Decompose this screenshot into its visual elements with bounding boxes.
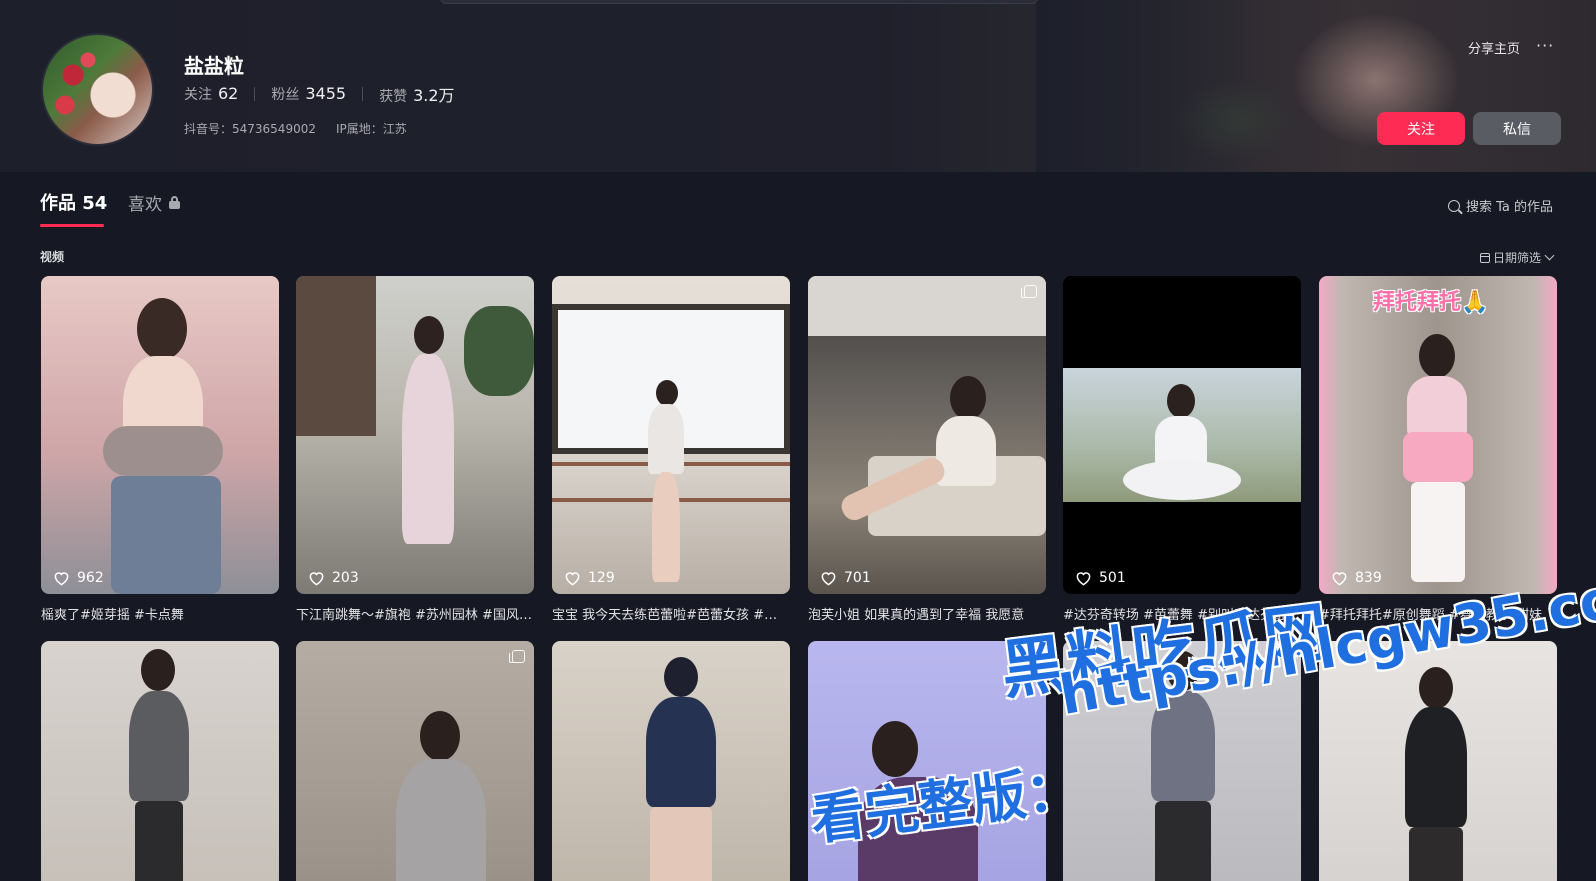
followers-label: 粉丝 bbox=[271, 87, 300, 103]
multi-image-icon bbox=[509, 650, 525, 663]
video-thumbnail[interactable]: 203 bbox=[296, 276, 534, 594]
heart-icon bbox=[1332, 571, 1347, 586]
video-title[interactable]: 榣爽了#姬芽摇 #卡点舞 bbox=[41, 604, 279, 623]
video-title[interactable]: 宝宝 我今天去练芭蕾啦#芭蕾女孩 #芭蕾 bbox=[552, 604, 790, 623]
like-count: 962 bbox=[53, 570, 104, 586]
video-title[interactable]: 下江南跳舞～#旗袍 #苏州园林 #国风舞蹈 bbox=[296, 604, 534, 623]
video-card[interactable] bbox=[1319, 641, 1557, 881]
like-count-value: 501 bbox=[1099, 570, 1126, 586]
search-works-label: 搜索 Ta 的作品 bbox=[1466, 200, 1554, 215]
likes-stat: 获赞 3.2万 bbox=[379, 82, 454, 106]
like-count-value: 962 bbox=[77, 570, 104, 586]
like-count-value: 129 bbox=[588, 570, 615, 586]
like-count: 129 bbox=[564, 570, 615, 586]
tab-works[interactable]: 作品 54 bbox=[40, 189, 107, 215]
video-thumbnail[interactable] bbox=[552, 641, 790, 881]
following-stat[interactable]: 关注 62 bbox=[184, 84, 238, 104]
like-count-value: 701 bbox=[844, 570, 871, 586]
search-works-button[interactable]: 搜索 Ta 的作品 bbox=[1448, 196, 1553, 215]
profile-stats: 关注 62 粉丝 3455 获赞 3.2万 bbox=[184, 83, 455, 105]
video-thumbnail[interactable]: 501 bbox=[1063, 276, 1301, 594]
likes-label: 获赞 bbox=[379, 89, 408, 105]
video-thumbnail[interactable]: 拜托拜托🙏 839 bbox=[1319, 276, 1557, 594]
video-thumbnail[interactable]: 701 bbox=[808, 276, 1046, 594]
avatar[interactable] bbox=[41, 33, 154, 146]
followers-count: 3455 bbox=[305, 84, 347, 103]
search-icon bbox=[1448, 199, 1460, 212]
section-label: 视频 bbox=[40, 250, 65, 264]
like-count-value: 839 bbox=[1355, 570, 1382, 586]
video-card[interactable]: 701 泡芙小姐 如果真的遇到了幸福 我愿意 bbox=[808, 276, 1046, 623]
heart-icon bbox=[1076, 571, 1091, 586]
video-card[interactable]: 203 下江南跳舞～#旗袍 #苏州园林 #国风舞蹈 bbox=[296, 276, 534, 623]
profile-ids: 抖音号：54736549002 IP属地：江苏 bbox=[184, 120, 407, 137]
like-count: 203 bbox=[308, 570, 359, 586]
follow-button[interactable]: 关注 bbox=[1377, 112, 1465, 145]
date-filter-dropdown[interactable]: 日期筛选 bbox=[1480, 249, 1555, 266]
calendar-icon bbox=[1480, 252, 1490, 263]
more-icon[interactable]: ··· bbox=[1536, 36, 1554, 55]
lock-icon bbox=[169, 196, 180, 209]
share-profile-button[interactable]: 分享主页 bbox=[1468, 38, 1520, 57]
video-thumbnail[interactable]: 129 bbox=[552, 276, 790, 594]
followers-stat[interactable]: 粉丝 3455 bbox=[271, 84, 346, 104]
active-tab-indicator bbox=[40, 224, 104, 227]
like-count: 701 bbox=[820, 570, 871, 586]
video-card[interactable]: 拜托拜托🙏 839 #拜托拜托#原创舞蹈 #舞蹈教学 甜妹 bbox=[1319, 276, 1557, 623]
like-count: 501 bbox=[1075, 570, 1126, 586]
following-label: 关注 bbox=[184, 87, 212, 103]
video-card[interactable] bbox=[41, 641, 279, 881]
video-card[interactable]: 501 #达芬奇转场 #芭蕾舞 #别叫我达芬奇 bbox=[1063, 276, 1301, 623]
message-button[interactable]: 私信 bbox=[1473, 112, 1561, 145]
video-thumbnail[interactable] bbox=[1319, 641, 1557, 881]
multi-image-icon bbox=[1021, 285, 1037, 298]
stat-divider bbox=[362, 87, 364, 101]
tab-likes-label: 喜欢 bbox=[128, 195, 162, 215]
douyin-id: 抖音号：54736549002 bbox=[184, 122, 316, 136]
heart-icon bbox=[309, 571, 324, 586]
following-count: 62 bbox=[218, 84, 239, 103]
like-count: 839 bbox=[1331, 570, 1382, 586]
like-count-value: 203 bbox=[332, 570, 359, 586]
ip-location: IP属地：江苏 bbox=[335, 122, 407, 136]
date-filter-label: 日期筛选 bbox=[1493, 251, 1542, 265]
profile-nickname: 盐盐粒 bbox=[184, 54, 244, 78]
video-card[interactable] bbox=[296, 641, 534, 881]
video-card[interactable]: 962 榣爽了#姬芽摇 #卡点舞 bbox=[41, 276, 279, 623]
video-card[interactable] bbox=[552, 641, 790, 881]
chevron-down-icon bbox=[1544, 250, 1555, 261]
likes-count: 3.2万 bbox=[413, 86, 455, 105]
video-card[interactable]: 129 宝宝 我今天去练芭蕾啦#芭蕾女孩 #芭蕾 bbox=[552, 276, 790, 623]
tab-likes[interactable]: 喜欢 bbox=[128, 190, 180, 215]
video-thumbnail[interactable] bbox=[296, 641, 534, 881]
heart-icon bbox=[565, 571, 580, 586]
heart-icon bbox=[54, 571, 69, 586]
banner-photo bbox=[1036, 0, 1596, 172]
stat-divider bbox=[254, 87, 256, 101]
heart-icon bbox=[821, 571, 836, 586]
video-thumbnail[interactable]: 962 bbox=[41, 276, 279, 594]
top-search-bar[interactable] bbox=[440, 0, 1038, 4]
video-overlay-text: 拜托拜托🙏 bbox=[1373, 290, 1489, 315]
video-thumbnail[interactable] bbox=[41, 641, 279, 881]
